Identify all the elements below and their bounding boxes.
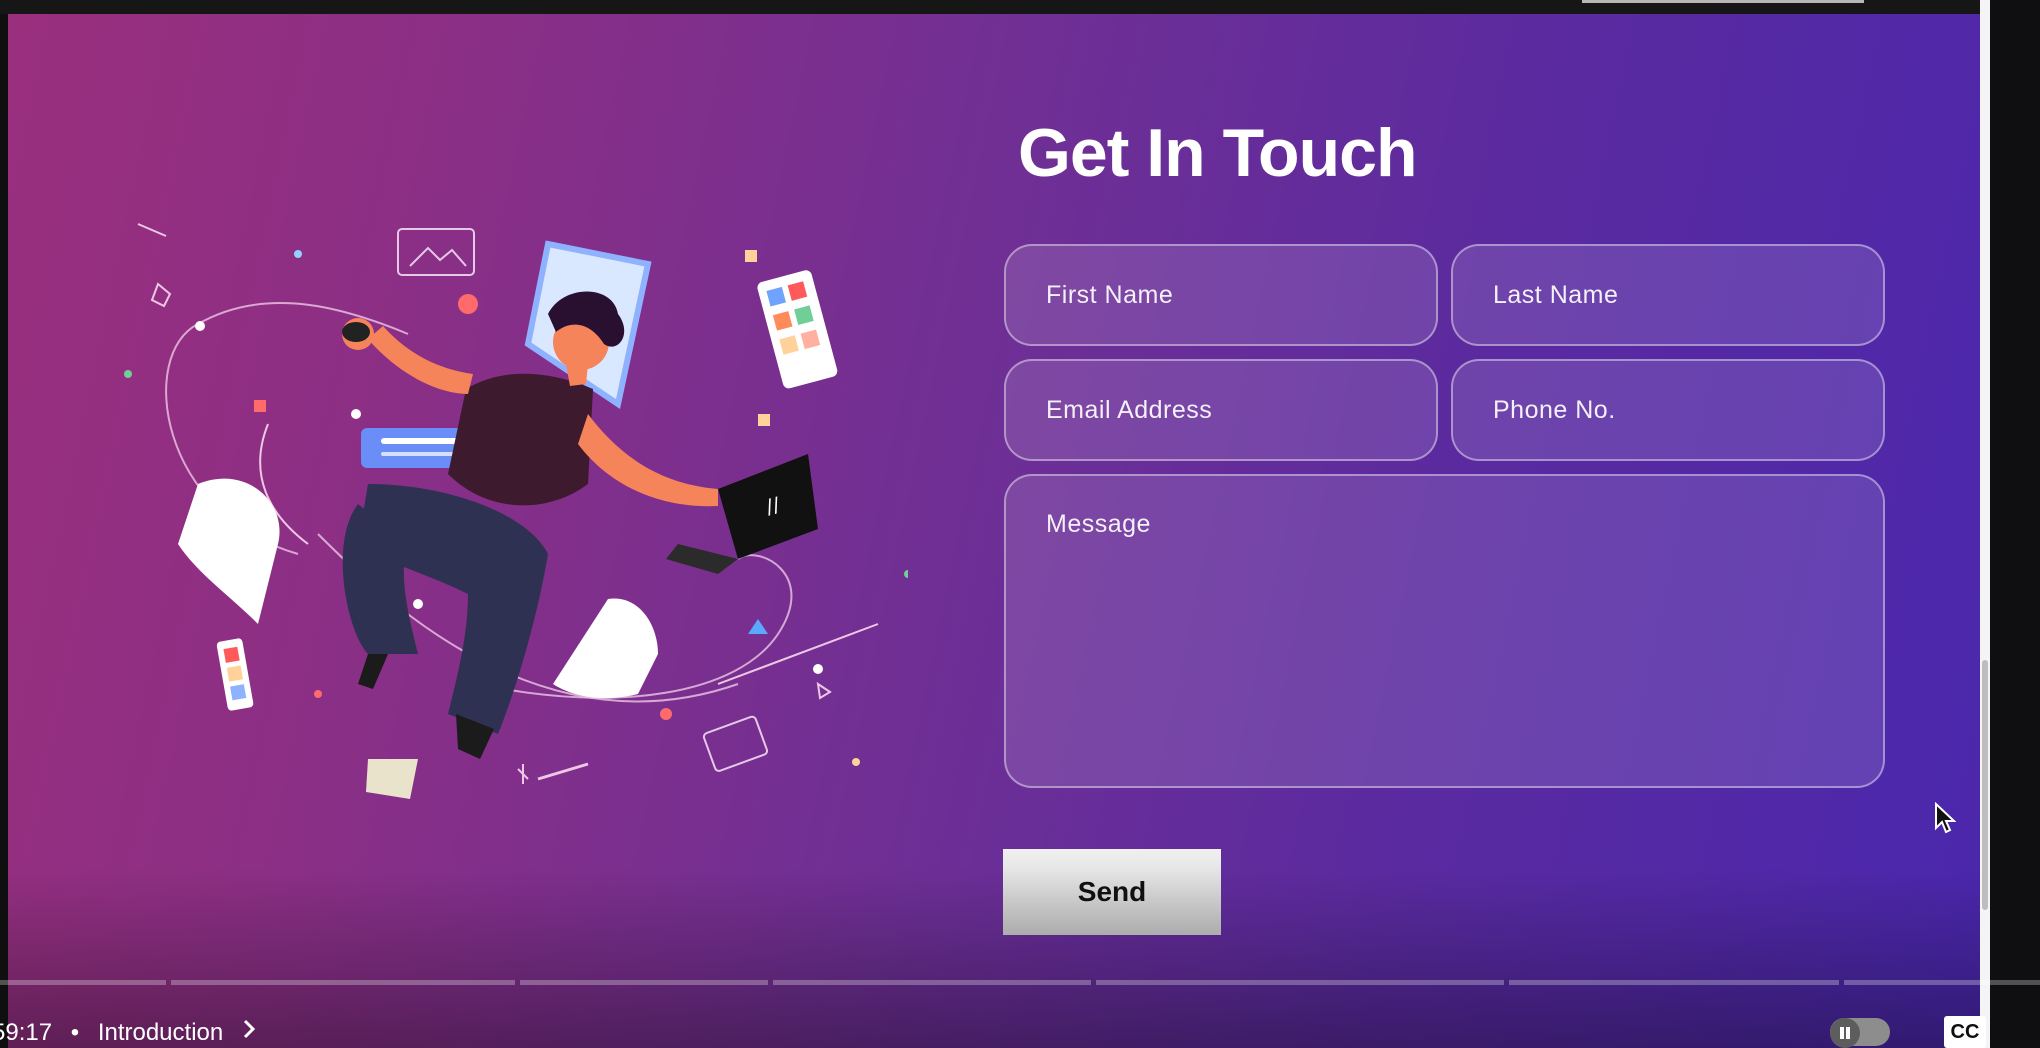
top-bar [0,0,2040,14]
first-name-field[interactable] [1004,244,1438,346]
send-button[interactable]: Send [1003,849,1221,935]
time-display: 59:17 [0,1018,53,1046]
designer-illustration: // [124,223,908,799]
video-progress-bar[interactable] [0,980,2040,985]
chapter-segment[interactable] [1844,980,2040,985]
chevron-right-icon[interactable] [242,1018,256,1047]
mouse-cursor-icon [1935,802,1956,834]
player-time-bar: 59:17 • Introduction [0,1018,256,1048]
chapter-segment[interactable] [520,980,768,985]
chapter-segment[interactable] [0,980,166,985]
video-frame[interactable]: // Get In Touch Send [8,14,1980,1048]
separator-dot: • [70,1018,80,1046]
autoplay-toggle[interactable] [1830,1018,1890,1048]
last-name-field[interactable] [1451,244,1885,346]
chapter-segment[interactable] [773,980,1091,985]
right-edge [1990,0,2040,1048]
chapter-segment[interactable] [171,980,515,985]
email-field[interactable] [1004,359,1438,461]
cc-button[interactable]: CC [1944,1016,1986,1048]
form-heading: Get In Touch [1018,115,1417,191]
message-field[interactable] [1004,474,1885,788]
chapter-segment[interactable] [1096,980,1504,985]
phone-field[interactable] [1451,359,1885,461]
scrollbar-thumb[interactable] [1982,660,1988,910]
chapter-segment[interactable] [1509,980,1839,985]
pause-icon [1830,1018,1860,1048]
chapter-title[interactable]: Introduction [98,1019,223,1047]
top-scroll-indicator [1582,0,1864,3]
